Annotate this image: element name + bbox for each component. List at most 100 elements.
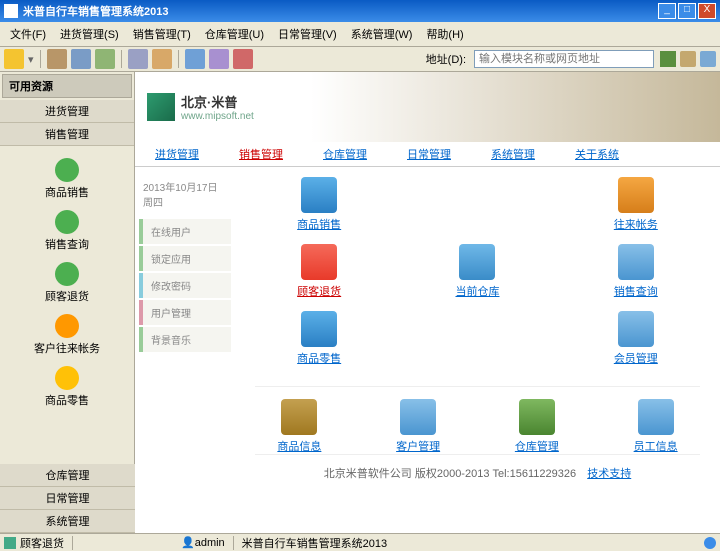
address-input[interactable] xyxy=(474,50,654,68)
cell-product-info[interactable]: 商品信息 xyxy=(255,399,344,454)
close-button[interactable]: X xyxy=(698,3,716,19)
maximize-button[interactable]: □ xyxy=(678,3,696,19)
icon-grid: 商品销售 往来帐务 顾客退货 当前仓库 销售查询 商品零售 会员管理 xyxy=(255,177,700,366)
sm-bg-music[interactable]: 背景音乐 xyxy=(139,327,231,352)
cell-warehouse-manage[interactable]: 仓库管理 xyxy=(493,399,582,454)
go-button[interactable] xyxy=(660,51,676,67)
dropdown-icon[interactable]: ▾ xyxy=(28,53,34,66)
brand-url: www.mipsoft.net xyxy=(181,111,254,122)
status-left: 顾客退货 xyxy=(20,535,64,551)
doc-icon xyxy=(301,311,337,347)
return-icon xyxy=(55,262,79,286)
globe-icon xyxy=(704,537,716,549)
nav-daily[interactable]: 日常管理 xyxy=(407,146,451,162)
refresh-icon[interactable] xyxy=(209,49,229,69)
box-icon[interactable] xyxy=(47,49,67,69)
brand-name: 北京·米普 xyxy=(181,92,254,111)
sidebar-section-purchase[interactable]: 进货管理 xyxy=(0,100,134,123)
cell-customer-manage[interactable]: 客户管理 xyxy=(374,399,463,454)
window-title: 米普自行车销售管理系统2013 xyxy=(23,3,658,19)
icon-label: 当前仓库 xyxy=(455,286,499,298)
separator xyxy=(72,536,73,550)
toolbar: ▾ 地址(D): xyxy=(0,47,720,72)
icon-label: 顾客退货 xyxy=(297,286,341,298)
cell-retail[interactable]: 商品零售 xyxy=(255,311,383,366)
web-icon[interactable] xyxy=(700,51,716,67)
title-bar: 米普自行车销售管理系统2013 _ □ X xyxy=(0,0,720,22)
icon-label: 仓库管理 xyxy=(515,441,559,453)
company-text: 北京米普软件公司 版权2000-2013 Tel:15611229326 xyxy=(324,468,576,480)
icon-grid-bottom: 商品信息 客户管理 仓库管理 员工信息 xyxy=(255,386,700,454)
sidebar-section-warehouse[interactable]: 仓库管理 xyxy=(0,464,135,487)
separator xyxy=(40,50,41,68)
nav-purchase[interactable]: 进货管理 xyxy=(155,146,199,162)
icon-label: 员工信息 xyxy=(634,441,678,453)
stop-icon[interactable] xyxy=(233,49,253,69)
icon-grid-area: 商品销售 往来帐务 顾客退货 当前仓库 销售查询 商品零售 会员管理 商品信息 … xyxy=(235,167,720,501)
content-pane: 北京·米普 www.mipsoft.net 进货管理 销售管理 仓库管理 日常管… xyxy=(135,72,720,547)
sm-change-password[interactable]: 修改密码 xyxy=(139,273,231,298)
fav-icon[interactable] xyxy=(680,51,696,67)
icon-label: 商品销售 xyxy=(297,219,341,231)
sidebar-item-retail[interactable]: 商品零售 xyxy=(0,360,134,412)
nav-sales[interactable]: 销售管理 xyxy=(239,146,283,162)
support-link[interactable]: 技术支持 xyxy=(587,468,631,480)
sidebar-item-label: 销售查询 xyxy=(45,239,89,251)
menu-help[interactable]: 帮助(H) xyxy=(420,24,469,44)
icon-label: 会员管理 xyxy=(614,353,658,365)
account-icon xyxy=(55,314,79,338)
sidebar-item-customer-return[interactable]: 顾客退货 xyxy=(0,256,134,308)
plus-icon xyxy=(55,158,79,182)
menu-purchase[interactable]: 进货管理(S) xyxy=(54,24,125,44)
sm-user-manage[interactable]: 用户管理 xyxy=(139,300,231,325)
menu-bar: 文件(F) 进货管理(S) 销售管理(T) 仓库管理(U) 日常管理(V) 系统… xyxy=(0,22,720,47)
sidebar-item-product-sales[interactable]: 商品销售 xyxy=(0,152,134,204)
people-icon xyxy=(618,311,654,347)
home-icon[interactable] xyxy=(95,49,115,69)
icon-label: 客户管理 xyxy=(396,441,440,453)
retail-icon xyxy=(55,366,79,390)
icon-label: 销售查询 xyxy=(614,286,658,298)
sidebar-item-label: 商品销售 xyxy=(45,187,89,199)
copy-icon[interactable] xyxy=(185,49,205,69)
cell-current-warehouse[interactable]: 当前仓库 xyxy=(413,244,541,299)
sidebar-item-customer-account[interactable]: 客户往来帐务 xyxy=(0,308,134,360)
cell-staff-info[interactable]: 员工信息 xyxy=(611,399,700,454)
app-icon xyxy=(4,4,18,18)
status-user: admin xyxy=(195,537,225,549)
main-area: 可用资源 进货管理 销售管理 商品销售 销售查询 顾客退货 客户往来帐务 商品 xyxy=(0,72,720,547)
staff-icon xyxy=(638,399,674,435)
nav-warehouse[interactable]: 仓库管理 xyxy=(323,146,367,162)
cell-customer-return[interactable]: 顾客退货 xyxy=(255,244,383,299)
sidebar-item-label: 客户往来帐务 xyxy=(34,343,100,355)
menu-sales[interactable]: 销售管理(T) xyxy=(127,24,197,44)
print-icon[interactable] xyxy=(128,49,148,69)
sidebar-section-system[interactable]: 系统管理 xyxy=(0,510,135,533)
search-icon xyxy=(55,210,79,234)
menu-daily[interactable]: 日常管理(V) xyxy=(272,24,343,44)
sidebar-item-sales-query[interactable]: 销售查询 xyxy=(0,204,134,256)
sidebar-section-daily[interactable]: 日常管理 xyxy=(0,487,135,510)
cart-icon[interactable] xyxy=(71,49,91,69)
menu-file[interactable]: 文件(F) xyxy=(4,24,52,44)
nav-about[interactable]: 关于系统 xyxy=(575,146,619,162)
cell-account[interactable]: 往来帐务 xyxy=(572,177,700,232)
cell-sales-query[interactable]: 销售查询 xyxy=(572,244,700,299)
logo-mark-icon xyxy=(147,93,175,121)
return-icon xyxy=(301,244,337,280)
sm-online-users[interactable]: 在线用户 xyxy=(139,219,231,244)
menu-system[interactable]: 系统管理(W) xyxy=(345,24,419,44)
doc-icon xyxy=(301,177,337,213)
magnify-icon xyxy=(459,244,495,280)
icon-label: 往来帐务 xyxy=(614,219,658,231)
minimize-button[interactable]: _ xyxy=(658,3,676,19)
save-icon[interactable] xyxy=(152,49,172,69)
sidebar-section-sales[interactable]: 销售管理 xyxy=(0,123,134,146)
person-icon xyxy=(618,244,654,280)
folder-icon[interactable] xyxy=(4,49,24,69)
sm-lock-app[interactable]: 锁定应用 xyxy=(139,246,231,271)
nav-system[interactable]: 系统管理 xyxy=(491,146,535,162)
menu-warehouse[interactable]: 仓库管理(U) xyxy=(199,24,270,44)
cell-product-sales[interactable]: 商品销售 xyxy=(255,177,383,232)
cell-member[interactable]: 会员管理 xyxy=(572,311,700,366)
